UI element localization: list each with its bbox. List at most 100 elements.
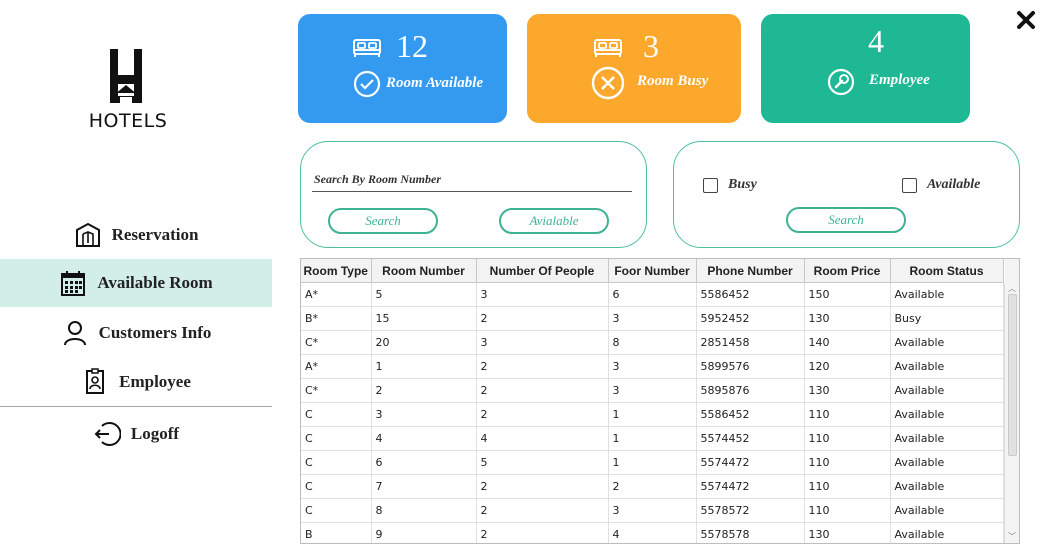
table-cell[interactable]: 1 — [608, 426, 697, 451]
column-header[interactable]: Foor Number — [608, 259, 697, 283]
table-row[interactable]: C 7 2 2 5574472 110 Available — [301, 474, 1004, 499]
table-cell[interactable]: A* — [301, 282, 372, 307]
table-cell[interactable]: 2 — [476, 474, 609, 499]
column-header[interactable]: Room Price — [804, 259, 891, 283]
table-cell[interactable]: 2 — [476, 522, 609, 543]
table-cell[interactable]: 9 — [371, 522, 477, 543]
table-cell[interactable]: 5586452 — [696, 402, 805, 427]
table-cell[interactable]: 5 — [371, 282, 477, 307]
scrollbar-thumb[interactable] — [1008, 294, 1017, 456]
table-cell[interactable]: 4 — [371, 426, 477, 451]
scroll-down-arrow-icon[interactable]: ﹀ — [1007, 532, 1017, 542]
table-cell[interactable]: 5895876 — [696, 378, 805, 403]
search-input[interactable] — [312, 191, 632, 192]
column-header[interactable]: Number Of People — [476, 259, 609, 283]
table-row[interactable]: A* 5 3 6 5586452 150 Available — [301, 282, 1004, 307]
table-cell[interactable]: 3 — [371, 402, 477, 427]
table-cell[interactable]: Available — [890, 378, 1004, 403]
table-cell[interactable]: 5 — [476, 450, 609, 475]
table-cell[interactable]: 15 — [371, 306, 477, 331]
column-header[interactable]: Room Number — [371, 259, 477, 283]
column-header[interactable]: Room Type — [301, 259, 372, 283]
table-cell[interactable]: 5574472 — [696, 474, 805, 499]
table-cell[interactable]: C — [301, 498, 372, 523]
table-cell[interactable]: C — [301, 474, 372, 499]
table-cell[interactable]: Available — [890, 354, 1004, 379]
table-cell[interactable]: 5586452 — [696, 282, 805, 307]
table-cell[interactable]: C — [301, 450, 372, 475]
table-cell[interactable]: Available — [890, 402, 1004, 427]
sidebar-item-logoff[interactable]: Logoff — [0, 410, 272, 458]
table-cell[interactable]: 110 — [804, 402, 891, 427]
table-cell[interactable]: 3 — [608, 306, 697, 331]
table-row[interactable]: C* 20 3 8 2851458 140 Available — [301, 330, 1004, 355]
close-button[interactable] — [1014, 8, 1038, 32]
table-cell[interactable]: 110 — [804, 498, 891, 523]
table-cell[interactable]: 110 — [804, 474, 891, 499]
table-cell[interactable]: 130 — [804, 378, 891, 403]
column-header[interactable]: Room Status — [890, 259, 1004, 283]
table-cell[interactable]: 2 — [371, 378, 477, 403]
table-cell[interactable]: 5578572 — [696, 498, 805, 523]
table-cell[interactable]: 2 — [476, 402, 609, 427]
table-cell[interactable]: Available — [890, 498, 1004, 523]
table-cell[interactable]: C* — [301, 378, 372, 403]
table-cell[interactable]: A* — [301, 354, 372, 379]
table-cell[interactable]: 110 — [804, 450, 891, 475]
table-row[interactable]: A* 1 2 3 5899576 120 Available — [301, 354, 1004, 379]
sidebar-item-reservation[interactable]: Reservation — [0, 211, 272, 259]
table-cell[interactable]: B — [301, 522, 372, 543]
table-row[interactable]: C 8 2 3 5578572 110 Available — [301, 498, 1004, 523]
table-cell[interactable]: Busy — [890, 306, 1004, 331]
table-cell[interactable]: 4 — [476, 426, 609, 451]
scroll-up-arrow-icon[interactable]: ︿ — [1007, 284, 1017, 294]
table-cell[interactable]: 110 — [804, 426, 891, 451]
table-cell[interactable]: 3 — [476, 282, 609, 307]
table-cell[interactable]: 20 — [371, 330, 477, 355]
table-cell[interactable]: 2 — [476, 378, 609, 403]
table-cell[interactable]: 6 — [371, 450, 477, 475]
table-cell[interactable]: 130 — [804, 306, 891, 331]
table-cell[interactable]: B* — [301, 306, 372, 331]
table-cell[interactable]: 140 — [804, 330, 891, 355]
table-cell[interactable]: 150 — [804, 282, 891, 307]
sidebar-item-employee[interactable]: Employee — [0, 358, 272, 406]
sidebar-item-customers-info[interactable]: Customers Info — [0, 309, 272, 357]
table-cell[interactable]: 130 — [804, 522, 891, 543]
table-row[interactable]: C* 2 2 3 5895876 130 Available — [301, 378, 1004, 403]
table-cell[interactable]: 1 — [371, 354, 477, 379]
table-cell[interactable]: 1 — [608, 450, 697, 475]
table-cell[interactable]: 3 — [608, 378, 697, 403]
table-cell[interactable]: 8 — [371, 498, 477, 523]
table-cell[interactable]: 2 — [476, 354, 609, 379]
table-cell[interactable]: Available — [890, 330, 1004, 355]
table-cell[interactable]: Available — [890, 450, 1004, 475]
available-filter-button[interactable]: Avialable — [499, 208, 609, 234]
vertical-scrollbar[interactable]: ︿ ﹀ — [1004, 283, 1019, 543]
table-cell[interactable]: Available — [890, 522, 1004, 543]
table-cell[interactable]: 2 — [476, 306, 609, 331]
table-cell[interactable]: 5574472 — [696, 450, 805, 475]
table-cell[interactable]: 3 — [476, 330, 609, 355]
table-cell[interactable]: 6 — [608, 282, 697, 307]
table-cell[interactable]: Available — [890, 282, 1004, 307]
table-cell[interactable]: 5578578 — [696, 522, 805, 543]
table-cell[interactable]: 5952452 — [696, 306, 805, 331]
table-row[interactable]: C 6 5 1 5574472 110 Available — [301, 450, 1004, 475]
checkbox-box[interactable] — [902, 177, 917, 193]
table-cell[interactable]: 8 — [608, 330, 697, 355]
table-cell[interactable]: 5574452 — [696, 426, 805, 451]
checkbox-box[interactable] — [703, 177, 718, 193]
table-row[interactable]: B 9 2 4 5578578 130 Available — [301, 522, 1004, 543]
table-cell[interactable]: 2851458 — [696, 330, 805, 355]
table-cell[interactable]: 120 — [804, 354, 891, 379]
table-cell[interactable]: 1 — [608, 402, 697, 427]
available-checkbox[interactable]: Available — [902, 177, 980, 193]
table-cell[interactable]: C* — [301, 330, 372, 355]
table-cell[interactable]: 3 — [608, 354, 697, 379]
table-row[interactable]: B* 15 2 3 5952452 130 Busy — [301, 306, 1004, 331]
table-cell[interactable]: 2 — [476, 498, 609, 523]
table-cell[interactable]: C — [301, 402, 372, 427]
table-cell[interactable]: 3 — [608, 498, 697, 523]
sidebar-item-available-room[interactable]: Available Room — [0, 259, 272, 307]
